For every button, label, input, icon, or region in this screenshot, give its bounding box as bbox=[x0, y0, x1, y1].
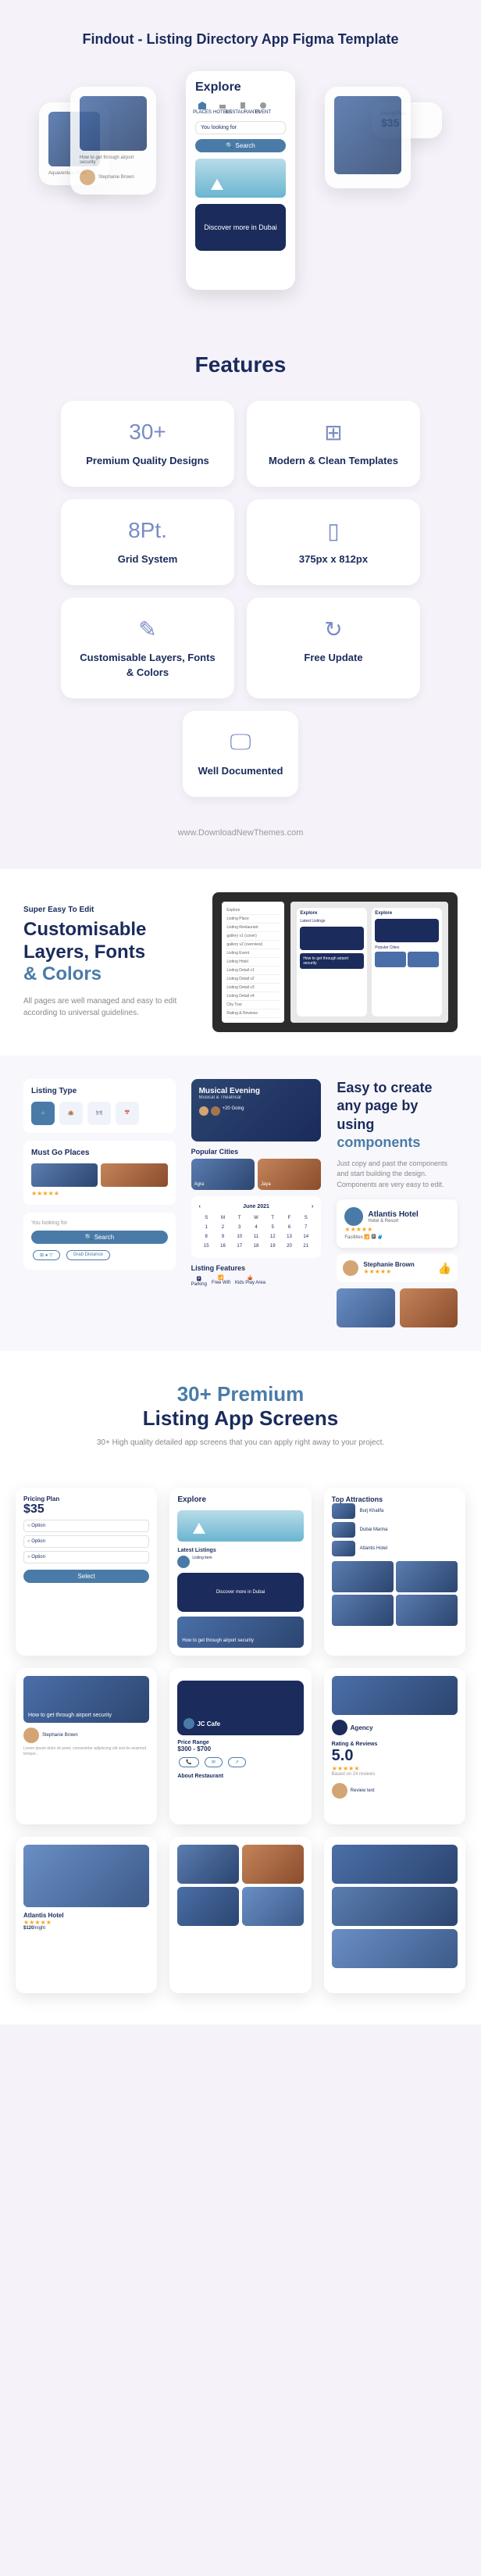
page-title: Findout - Listing Directory App Figma Te… bbox=[23, 31, 458, 48]
discover-card[interactable]: Discover more in Dubai bbox=[195, 204, 286, 251]
event-card[interactable]: Musical Evening Musical & Theatrical +20… bbox=[191, 1079, 322, 1142]
phone-mockup bbox=[325, 87, 411, 188]
feature-card: ▯375px x 812px bbox=[247, 499, 420, 585]
feature-icon: 🎪Kids Play Area bbox=[235, 1275, 265, 1287]
dimensions-icon: ▯ bbox=[262, 518, 404, 543]
image-grid bbox=[337, 1288, 458, 1327]
category-tab[interactable]: EVENT bbox=[256, 101, 270, 115]
customisable-desc: All pages are well managed and easy to e… bbox=[23, 995, 197, 1019]
avatar bbox=[343, 1260, 358, 1276]
like-icon[interactable]: 👍 bbox=[438, 1262, 451, 1275]
customisable-section: Super Easy To Edit Customisable Layers, … bbox=[0, 869, 481, 1056]
image-thumb[interactable] bbox=[400, 1288, 458, 1327]
search-card: You looking for 🔍 Search ⊞ ● ▽ Grab Dist… bbox=[23, 1213, 176, 1270]
feature-card: 🖵Well Documented bbox=[183, 711, 299, 797]
feature-icon: 🅿Parking bbox=[191, 1275, 207, 1287]
screen-mockup: Top Attractions Burj Khalifa Dubai Marin… bbox=[324, 1488, 465, 1656]
update-icon: ↻ bbox=[262, 616, 404, 641]
hotel-card[interactable]: Atlantis Hotel Hotel & Resort ★★★★★ Faci… bbox=[337, 1199, 458, 1248]
feature-card: ⊞Modern & Clean Templates bbox=[247, 401, 420, 487]
figma-artboard: Explore Popular Cities bbox=[372, 908, 442, 1016]
hero-mockups: Aquaventure Park How to get through airp… bbox=[23, 71, 458, 290]
city-card[interactable]: Jaya bbox=[258, 1159, 321, 1190]
listing-type-card: Listing Type ⌂ 🏨 🍽 📅 bbox=[23, 1079, 176, 1133]
premium-section: 30+ Premium Listing App Screens 30+ High… bbox=[0, 1351, 481, 1488]
screen-mockup: How to get through airport security Step… bbox=[16, 1668, 157, 1824]
category-tab[interactable]: RESTAURANTS bbox=[236, 101, 250, 115]
type-icon[interactable]: 🏨 bbox=[59, 1102, 83, 1125]
grid-icon: 8Pt. bbox=[77, 518, 219, 543]
website-url: www.DownloadNewThemes.com bbox=[23, 828, 458, 838]
hotel-icon bbox=[344, 1207, 363, 1226]
figma-panel: Explore Listing Place Listing Restaurant… bbox=[212, 892, 458, 1032]
customisable-title: Customisable Layers, Fonts & Colors bbox=[23, 919, 197, 986]
screen-mockup: Explore Latest Listings Listing item Dis… bbox=[169, 1488, 311, 1656]
review-card: Stephanie Brown ★★★★★ 👍 bbox=[337, 1254, 458, 1282]
image-thumb[interactable] bbox=[337, 1288, 394, 1327]
grab-distance-button[interactable]: Grab Distance bbox=[66, 1250, 110, 1260]
features-title: Features bbox=[23, 352, 458, 377]
calendar: ‹June 2021› SMTWTFS 1234567 891011121314… bbox=[191, 1196, 322, 1258]
feature-icon: 30+ bbox=[77, 420, 219, 445]
figma-artboard: Explore Latest Listings How to get throu… bbox=[297, 908, 367, 1016]
screen-mockup: JC Cafe Price Range $300 - $700 📞✉↗ Abou… bbox=[169, 1668, 311, 1824]
customise-icon: ✎ bbox=[77, 616, 219, 641]
type-icon[interactable]: 📅 bbox=[116, 1102, 139, 1125]
feature-card: 8Pt.Grid System bbox=[61, 499, 234, 585]
figma-canvas: Explore Latest Listings How to get throu… bbox=[290, 902, 448, 1023]
premium-title: 30+ Premium Listing App Screens bbox=[16, 1382, 465, 1431]
category-tabs: PLACES HOTELS RESTAURANTS EVENT bbox=[195, 101, 286, 115]
docs-icon: 🖵 bbox=[198, 730, 283, 755]
screen-mockup bbox=[324, 1837, 465, 1993]
type-icon[interactable]: 🍽 bbox=[87, 1102, 111, 1125]
phone-mockup: How to get through airport security Step… bbox=[70, 87, 156, 195]
screen-mockup: Agency Rating & Reviews 5.0 ★★★★★ Based … bbox=[324, 1668, 465, 1824]
premium-desc: 30+ High quality detailed app screens th… bbox=[92, 1437, 389, 1449]
filter-button[interactable]: ⊞ ● ▽ bbox=[33, 1250, 60, 1260]
screen-mockup bbox=[169, 1837, 311, 1993]
screen-mockup: Pricing Plan $35 ○ Option ○ Option ○ Opt… bbox=[16, 1488, 157, 1656]
screens-grid: Pricing Plan $35 ○ Option ○ Option ○ Opt… bbox=[0, 1488, 481, 2024]
feature-card: 30+Premium Quality Designs bbox=[61, 401, 234, 487]
components-section: Listing Type ⌂ 🏨 🍽 📅 Must Go Places ★★★★… bbox=[0, 1056, 481, 1351]
hero-illustration bbox=[195, 159, 286, 198]
feature-icon: 📶Free Wifi bbox=[212, 1275, 230, 1287]
eyebrow: Super Easy To Edit bbox=[23, 906, 197, 914]
features-section: Features 30+Premium Quality Designs ⊞Mod… bbox=[0, 321, 481, 869]
phone-mockup-main: Explore PLACES HOTELS RESTAURANTS EVENT … bbox=[186, 71, 295, 290]
figma-layers-panel: Explore Listing Place Listing Restaurant… bbox=[222, 902, 284, 1023]
category-tab[interactable]: PLACES bbox=[195, 101, 209, 115]
search-input[interactable]: You looking for bbox=[195, 121, 286, 134]
components-title: Easy to create any page by using compone… bbox=[337, 1079, 458, 1152]
must-go-card: Must Go Places ★★★★★ bbox=[23, 1141, 176, 1205]
feature-card: ↻Free Update bbox=[247, 598, 420, 698]
hero-section: Findout - Listing Directory App Figma Te… bbox=[0, 0, 481, 321]
search-button[interactable]: 🔍 Search bbox=[31, 1231, 168, 1244]
features-grid: 30+Premium Quality Designs ⊞Modern & Cle… bbox=[61, 401, 420, 797]
feature-card: ✎Customisable Layers, Fonts & Colors bbox=[61, 598, 234, 698]
search-button[interactable]: 🔍 Search bbox=[195, 139, 286, 152]
components-desc: Just copy and past the components and st… bbox=[337, 1159, 458, 1191]
template-icon: ⊞ bbox=[262, 420, 404, 445]
type-icon[interactable]: ⌂ bbox=[31, 1102, 55, 1125]
city-card[interactable]: Agra bbox=[191, 1159, 255, 1190]
screen-mockup: Atlantis Hotel ★★★★★ $120/night bbox=[16, 1837, 157, 1993]
